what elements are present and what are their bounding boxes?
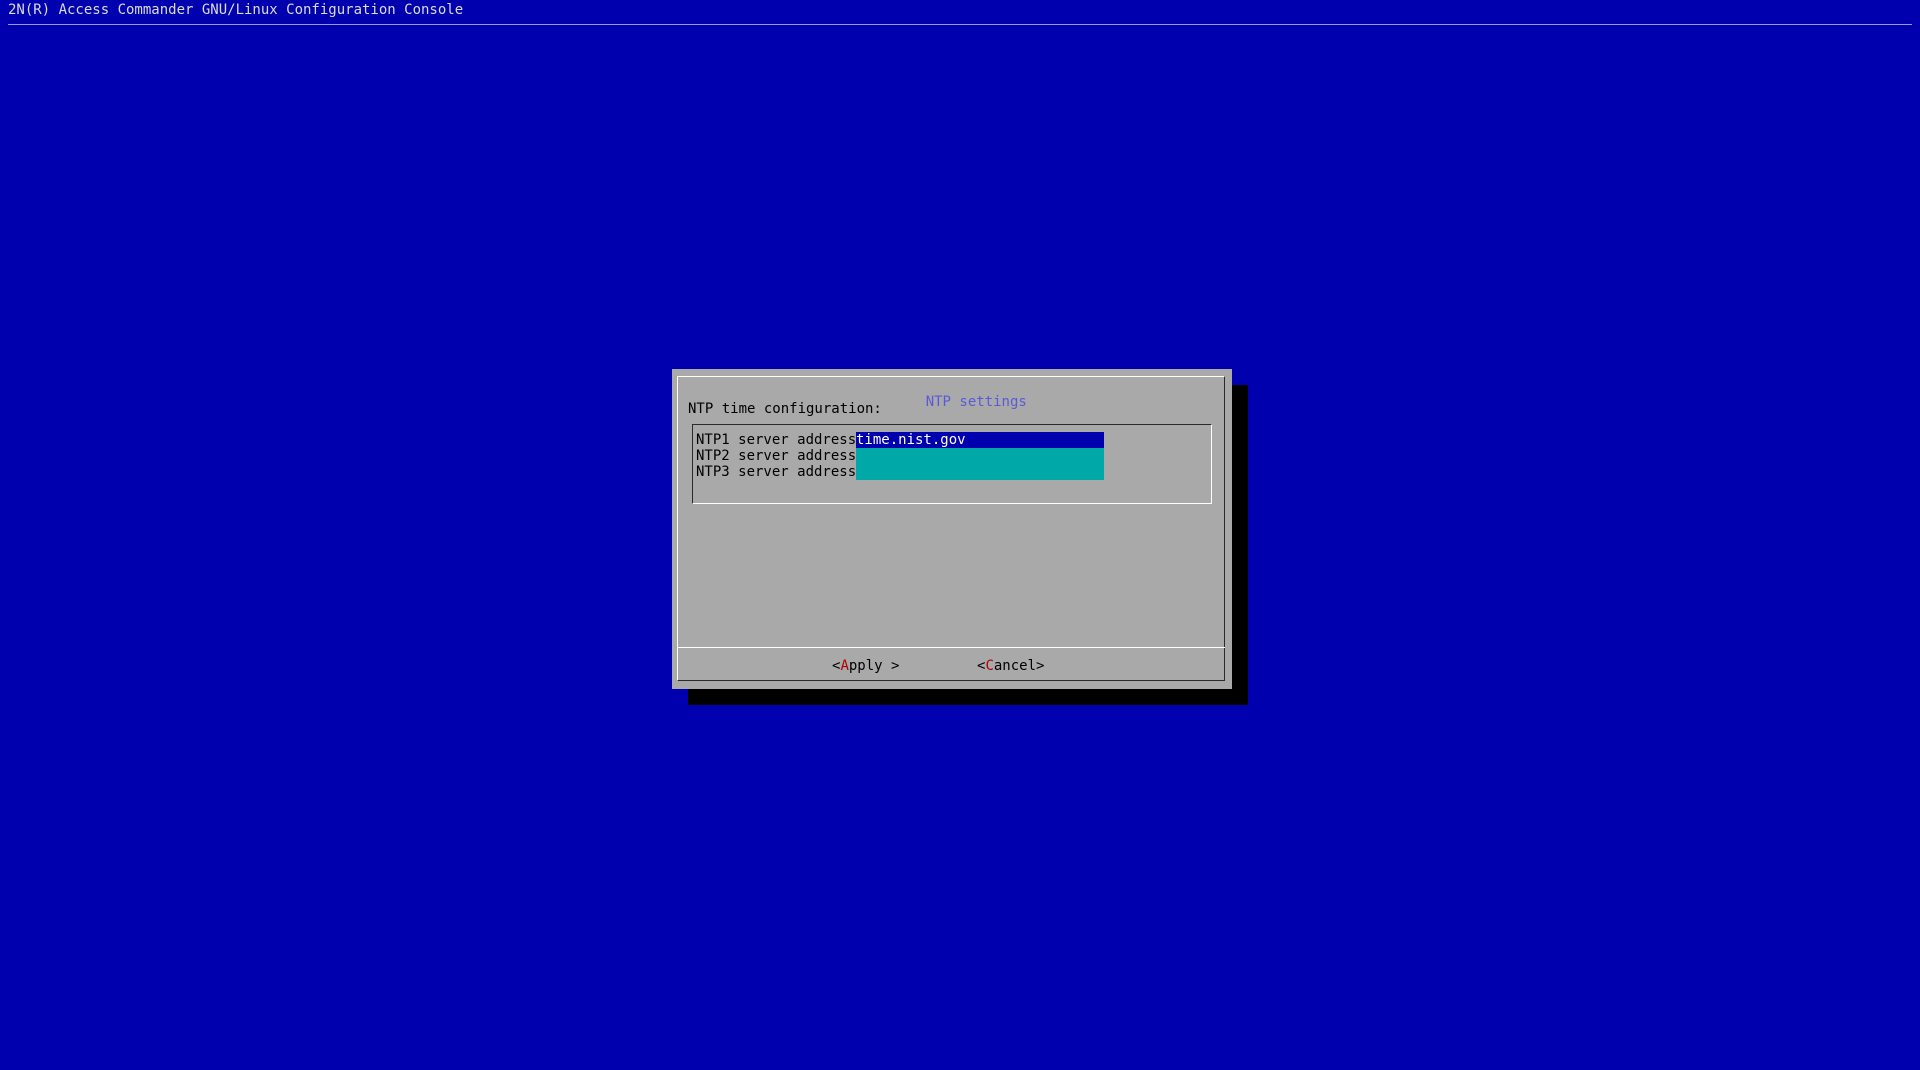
ntp3-label: NTP3 server address [696, 464, 857, 480]
ntp3-row: NTP3 server address [696, 464, 1104, 480]
apply-hotkey: A [840, 658, 849, 674]
cancel-button[interactable]: <Cancel> [977, 657, 1044, 675]
cancel-hotkey: C [985, 658, 994, 674]
ntp2-row: NTP2 server address [696, 448, 1104, 464]
ntp-form: NTP1 server address time.nist.gov NTP2 s… [692, 424, 1212, 504]
ntp2-label: NTP2 server address [696, 448, 857, 464]
ntp1-row: NTP1 server address time.nist.gov [696, 432, 1104, 448]
button-area-divider [677, 647, 1225, 648]
dialog-title: NTP settings [923, 394, 1029, 410]
ntp1-server-input[interactable]: time.nist.gov [856, 432, 1104, 448]
ntp1-label: NTP1 server address [696, 432, 857, 448]
ntp3-server-input[interactable] [856, 464, 1104, 480]
console-backtitle: 2N(R) Access Commander GNU/Linux Configu… [8, 2, 464, 18]
apply-button[interactable]: <Apply > [832, 657, 899, 675]
dialog-prompt: NTP time configuration: [688, 401, 882, 417]
button-bar: <Apply > <Cancel> [672, 657, 1232, 675]
backtitle-divider [8, 24, 1912, 25]
ntp2-server-input[interactable] [856, 448, 1104, 464]
dialog-frame: NTP settings [677, 376, 1225, 681]
ntp-settings-dialog: NTP settings NTP time configuration: NTP… [672, 369, 1232, 689]
